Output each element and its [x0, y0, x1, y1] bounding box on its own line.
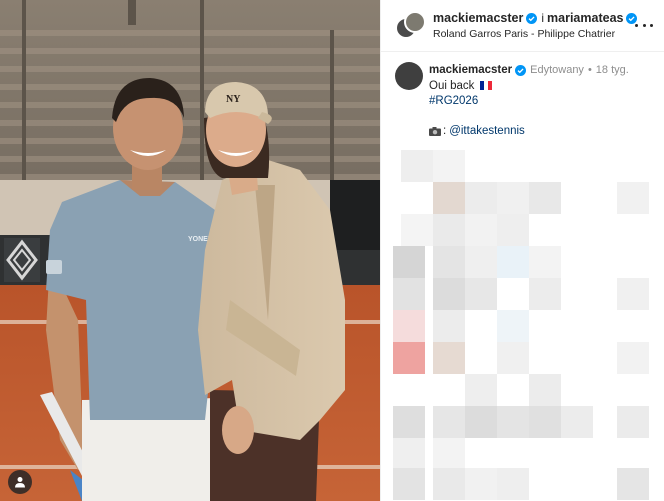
renault-logo-icon — [4, 238, 40, 282]
cap-logo: NY — [226, 94, 241, 105]
post-header: mackiemacster i mariamateas Roland Garro… — [381, 0, 664, 52]
author-username[interactable]: mackiemacster — [433, 11, 523, 25]
hashtag-link[interactable]: #RG2026 — [429, 95, 478, 107]
credit-mention-link[interactable]: @ittakestennis — [449, 125, 525, 137]
post-side-panel: mackiemacster i mariamateas Roland Garro… — [380, 0, 664, 501]
blurred-comments-area — [381, 150, 664, 501]
meta-separator: • — [587, 64, 592, 76]
post-authors: mackiemacster i mariamateas — [433, 11, 641, 25]
caption-text: Oui back — [429, 80, 475, 92]
post-caption: mackiemacster Edytowany • 18 tyg. Oui ba… — [381, 53, 664, 143]
author-joiner: i — [541, 11, 545, 25]
france-flag-icon — [479, 81, 492, 90]
photo-credit: : @ittakestennis — [429, 125, 525, 137]
location-link[interactable]: Roland Garros Paris - Philippe Chatrier — [433, 28, 615, 40]
camera-icon — [429, 126, 441, 136]
avatar[interactable] — [395, 62, 423, 90]
verified-badge-icon — [515, 64, 527, 76]
person-icon — [15, 477, 25, 488]
avatar[interactable] — [404, 11, 426, 33]
coauthor-username[interactable]: mariamateas — [547, 11, 623, 25]
credit-prefix: : — [443, 125, 447, 137]
post-photo[interactable]: YONEX NY — [0, 0, 380, 501]
collab-avatars[interactable] — [395, 11, 427, 43]
more-options-icon[interactable] — [635, 18, 653, 32]
caption-text-line: Oui back — [429, 80, 492, 92]
edited-label: Edytowany — [530, 64, 584, 76]
post-age[interactable]: 18 tyg. — [596, 64, 629, 76]
caption-username[interactable]: mackiemacster — [429, 64, 512, 76]
verified-badge-icon — [526, 12, 538, 24]
user-tag-button[interactable] — [8, 470, 32, 494]
photo-illustration: YONEX NY — [0, 0, 380, 501]
